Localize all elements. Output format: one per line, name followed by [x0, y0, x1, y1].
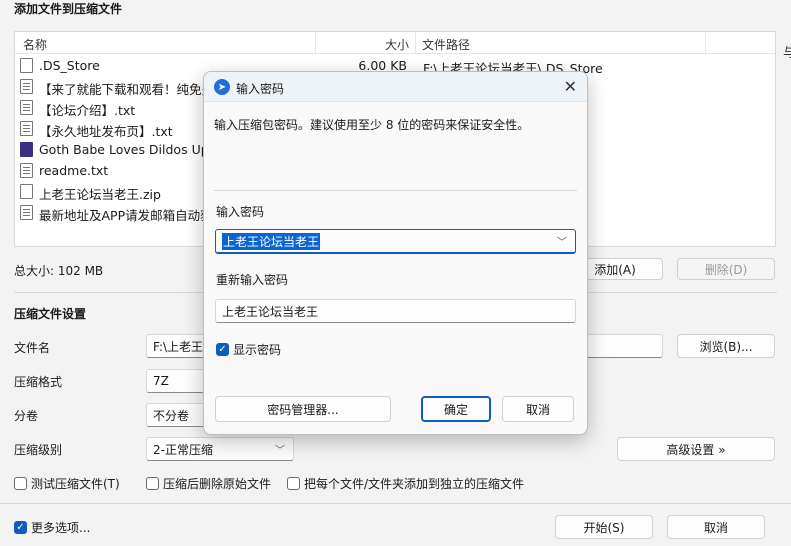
app-icon: ➤ — [214, 79, 230, 95]
level-label: 压缩级别 — [14, 443, 63, 457]
more-options-toggle[interactable]: ✓ 更多选项... — [14, 519, 90, 536]
delete-source-option[interactable]: 压缩后删除原始文件 — [146, 475, 271, 492]
total-size: 总大小: 102 MB — [14, 264, 104, 278]
level-select[interactable]: 2-正常压缩 ﹀ — [146, 437, 294, 461]
file-name: Goth Babe Loves Dildos Up — [39, 142, 209, 157]
column-path[interactable]: 文件路径 — [422, 36, 470, 53]
browse-button[interactable]: 浏览(B)... — [677, 334, 775, 358]
column-size[interactable]: 大小 — [385, 36, 409, 53]
ok-button[interactable]: 确定 — [421, 396, 491, 422]
delete-source-label: 压缩后删除原始文件 — [163, 477, 272, 491]
more-options-label: 更多选项... — [31, 521, 91, 535]
password-value: 上老王论坛当老王 — [222, 232, 321, 250]
file-name: 【来了就能下载和观看！纯免费 — [39, 82, 215, 97]
mp4-file-icon — [20, 142, 33, 157]
checkmark-icon[interactable]: ✓ — [216, 343, 229, 356]
text-file-icon — [20, 100, 33, 115]
separate-archives-label: 把每个文件/文件夹添加到独立的压缩文件 — [304, 477, 525, 491]
show-password-option[interactable]: ✓ 显示密码 — [216, 341, 281, 358]
start-button[interactable]: 开始(S) — [555, 515, 653, 539]
reenter-password-input[interactable]: 上老王论坛当老王 — [215, 299, 576, 323]
file-name: 【永久地址发布页】.txt — [39, 124, 173, 139]
checkmark-icon[interactable]: ✓ — [14, 521, 27, 534]
delete-button[interactable]: 删除(D) — [677, 258, 775, 280]
file-name: 最新地址及APP请发邮箱自动获 — [39, 208, 213, 223]
text-file-icon — [20, 79, 33, 94]
checkbox[interactable] — [146, 477, 159, 490]
file-name: 【论坛介绍】.txt — [39, 103, 136, 118]
chevron-down-icon: ﹀ — [275, 445, 285, 457]
file-name: readme.txt — [39, 163, 109, 178]
chevron-down-icon[interactable]: ﹀ — [557, 234, 567, 249]
test-archive-label: 测试压缩文件(T) — [31, 477, 120, 491]
file-icon — [20, 58, 33, 73]
settings-title: 压缩文件设置 — [14, 307, 87, 321]
edge-clipped-char: 与 — [783, 46, 791, 61]
text-file-icon — [20, 205, 33, 220]
volume-value: 不分卷 — [153, 408, 190, 423]
password-label: 输入密码 — [216, 205, 265, 219]
dialog-cancel-button[interactable]: 取消 — [502, 396, 574, 422]
filename-label: 文件名 — [14, 341, 51, 355]
advanced-settings-button[interactable]: 高级设置 » — [617, 437, 775, 461]
level-value: 2-正常压缩 — [153, 442, 213, 457]
dialog-title: 输入密码 — [236, 82, 285, 96]
reenter-value: 上老王论坛当老王 — [222, 304, 319, 319]
format-value: 7Z — [153, 374, 169, 388]
separate-archives-option[interactable]: 把每个文件/文件夹添加到独立的压缩文件 — [287, 475, 524, 492]
dialog-hint: 输入压缩包密码。建议使用至少 8 位的密码来保证安全性。 — [214, 118, 530, 132]
password-manager-button[interactable]: 密码管理器... — [215, 396, 391, 422]
test-archive-option[interactable]: 测试压缩文件(T) — [14, 475, 120, 492]
password-input[interactable]: 上老王论坛当老王 ﹀ — [215, 229, 576, 254]
password-dialog: ➤ 输入密码 ✕ 输入压缩包密码。建议使用至少 8 位的密码来保证安全性。 输入… — [203, 71, 588, 435]
checkbox[interactable] — [14, 477, 27, 490]
file-list-header: 名称 大小 文件路径 — [15, 32, 775, 54]
checkbox[interactable] — [287, 477, 300, 490]
close-icon[interactable]: ✕ — [564, 77, 577, 96]
volume-label: 分卷 — [14, 409, 39, 423]
column-name[interactable]: 名称 — [23, 36, 47, 53]
dialog-title-bar: ➤ 输入密码 ✕ — [204, 72, 587, 102]
show-password-label: 显示密码 — [233, 343, 282, 357]
reenter-label: 重新输入密码 — [216, 273, 289, 287]
text-file-icon — [20, 163, 33, 178]
file-icon — [20, 184, 33, 199]
main-cancel-button[interactable]: 取消 — [667, 515, 765, 539]
file-name: 上老王论坛当老王.zip — [39, 187, 161, 202]
window-title: 添加文件到压缩文件 — [14, 2, 123, 16]
file-name: .DS_Store — [39, 58, 100, 73]
text-file-icon — [20, 121, 33, 136]
format-label: 压缩格式 — [14, 375, 63, 389]
